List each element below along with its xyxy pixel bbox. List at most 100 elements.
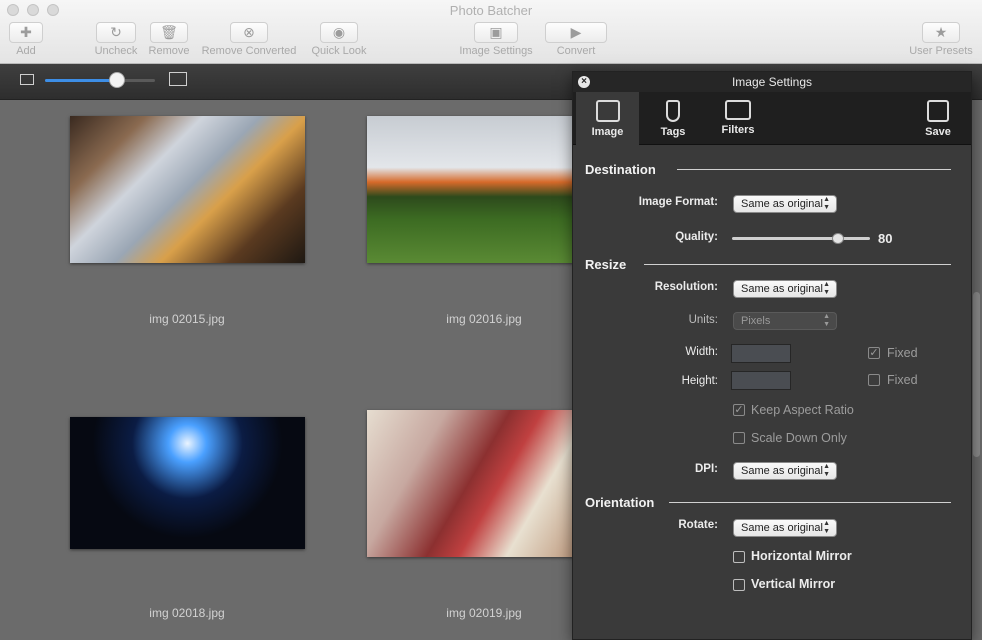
image-settings-button[interactable]: ▣ Image Settings <box>454 22 538 57</box>
thumbnail-image[interactable] <box>70 116 305 263</box>
thumbnail-image[interactable] <box>70 417 305 549</box>
thumbnail-caption: img 02016.jpg <box>446 312 522 326</box>
play-icon: ▶ <box>545 22 607 43</box>
tab-tags-label: Tags <box>660 126 686 138</box>
image-settings-icon: ▣ <box>474 22 518 43</box>
thumbnail-caption: img 02015.jpg <box>149 312 225 326</box>
trash-icon: 🗑 <box>150 22 188 43</box>
thumbnail-caption: img 02018.jpg <box>149 606 225 620</box>
star-icon: ★ <box>922 22 960 43</box>
section-divider <box>644 264 951 265</box>
quick-look-button[interactable]: ◉ Quick Look <box>306 22 372 57</box>
quality-slider-track[interactable] <box>732 237 870 240</box>
uncheck-icon: ↻ <box>96 22 136 43</box>
thumbnail-image[interactable] <box>367 116 602 263</box>
section-orientation: Orientation <box>585 495 655 510</box>
filters-icon <box>725 100 751 120</box>
dpi-label: DPI: <box>695 463 718 475</box>
resolution-value: Same as original <box>741 283 823 295</box>
vertical-mirror-checkbox[interactable] <box>733 579 745 591</box>
convert-button[interactable]: ▶ Convert <box>543 22 609 57</box>
remove-converted-label: Remove Converted <box>201 45 297 57</box>
scale-down-label: Scale Down Only <box>751 431 847 445</box>
section-destination: Destination <box>585 162 656 177</box>
rotate-label: Rotate: <box>678 519 718 531</box>
width-fixed-label: Fixed <box>887 346 918 360</box>
panel-title: Image Settings <box>573 72 971 92</box>
quality-label: Quality: <box>675 231 718 243</box>
height-fixed-label: Fixed <box>887 373 918 387</box>
quality-value: 80 <box>878 231 893 246</box>
horizontal-mirror-checkbox[interactable] <box>733 551 745 563</box>
uncheck-button[interactable]: ↻ Uncheck <box>90 22 142 57</box>
tab-save[interactable]: Save <box>913 92 963 145</box>
add-label: Add <box>16 45 36 57</box>
image-icon <box>595 100 620 122</box>
dpi-value: Same as original <box>741 465 823 477</box>
height-label: Height: <box>681 375 718 387</box>
uncheck-label: Uncheck <box>94 45 138 57</box>
convert-label: Convert <box>556 45 596 57</box>
width-fixed-checkbox[interactable]: ✓ <box>868 347 880 359</box>
height-field[interactable] <box>731 371 791 390</box>
chevron-up-down-icon: ▲ ▼ <box>823 313 830 328</box>
remove-converted-icon: ⊗ <box>230 22 268 43</box>
vertical-mirror-label: Vertical Mirror <box>751 577 836 591</box>
chevron-up-down-icon: ▲ ▼ <box>823 196 830 211</box>
tab-filters[interactable]: Filters <box>708 92 768 145</box>
remove-button[interactable]: 🗑 Remove <box>146 22 192 57</box>
window-toolbar: Photo Batcher ✚ Add ↻ Uncheck 🗑 Remove ⊗… <box>0 0 982 64</box>
units-select: Pixels ▲ ▼ <box>733 312 837 330</box>
tag-icon <box>666 100 680 122</box>
plus-icon: ✚ <box>9 22 43 43</box>
close-icon[interactable]: × <box>578 76 590 88</box>
dpi-select[interactable]: Same as original ▲ ▼ <box>733 462 837 480</box>
tab-filters-label: Filters <box>721 124 755 136</box>
tab-tags[interactable]: Tags <box>643 92 703 145</box>
tab-image-label: Image <box>591 126 624 138</box>
horizontal-mirror-label: Horizontal Mirror <box>751 549 852 563</box>
section-divider <box>669 502 951 503</box>
user-presets-button[interactable]: ★ User Presets <box>904 22 978 57</box>
tab-save-label: Save <box>925 126 951 138</box>
units-value: Pixels <box>741 315 771 327</box>
units-label: Units: <box>688 314 718 326</box>
remove-converted-button[interactable]: ⊗ Remove Converted <box>196 22 302 57</box>
add-button[interactable]: ✚ Add <box>6 22 46 57</box>
width-field[interactable] <box>731 344 791 363</box>
tab-image[interactable]: Image <box>576 92 639 145</box>
panel-tabs: Image Tags Filters Save <box>573 92 971 145</box>
zoom-slider-fill <box>45 79 117 82</box>
large-image-icon <box>169 72 187 86</box>
chevron-up-down-icon: ▲ ▼ <box>823 463 830 478</box>
image-format-select[interactable]: Same as original ▲ ▼ <box>733 195 837 213</box>
save-icon <box>927 100 949 122</box>
image-format-value: Same as original <box>741 198 823 210</box>
rotate-select[interactable]: Same as original ▲ ▼ <box>733 519 837 537</box>
image-format-label: Image Format: <box>638 196 718 208</box>
user-presets-label: User Presets <box>909 45 973 57</box>
thumbnail-image[interactable] <box>367 410 602 557</box>
remove-label: Remove <box>148 45 190 57</box>
keep-aspect-checkbox[interactable]: ✓ <box>733 404 745 416</box>
quality-slider-knob[interactable] <box>832 233 844 244</box>
resolution-select[interactable]: Same as original ▲ ▼ <box>733 280 837 298</box>
scrollbar-thumb[interactable] <box>973 292 980 457</box>
window-title: Photo Batcher <box>449 3 533 18</box>
eye-icon: ◉ <box>320 22 358 43</box>
quick-look-label: Quick Look <box>311 45 367 57</box>
section-resize: Resize <box>585 257 627 272</box>
thumbnail-caption: img 02019.jpg <box>446 606 522 620</box>
zoom-slider-knob[interactable] <box>109 72 125 88</box>
resolution-label: Resolution: <box>654 281 718 293</box>
keep-aspect-label: Keep Aspect Ratio <box>751 403 854 417</box>
chevron-up-down-icon: ▲ ▼ <box>823 281 830 296</box>
chevron-up-down-icon: ▲ ▼ <box>823 520 830 535</box>
scale-down-checkbox[interactable] <box>733 432 745 444</box>
section-divider <box>677 169 951 170</box>
image-settings-label: Image Settings <box>459 45 533 57</box>
rotate-value: Same as original <box>741 522 823 534</box>
width-label: Width: <box>685 346 718 358</box>
small-image-icon <box>20 74 34 85</box>
height-fixed-checkbox[interactable] <box>868 374 880 386</box>
